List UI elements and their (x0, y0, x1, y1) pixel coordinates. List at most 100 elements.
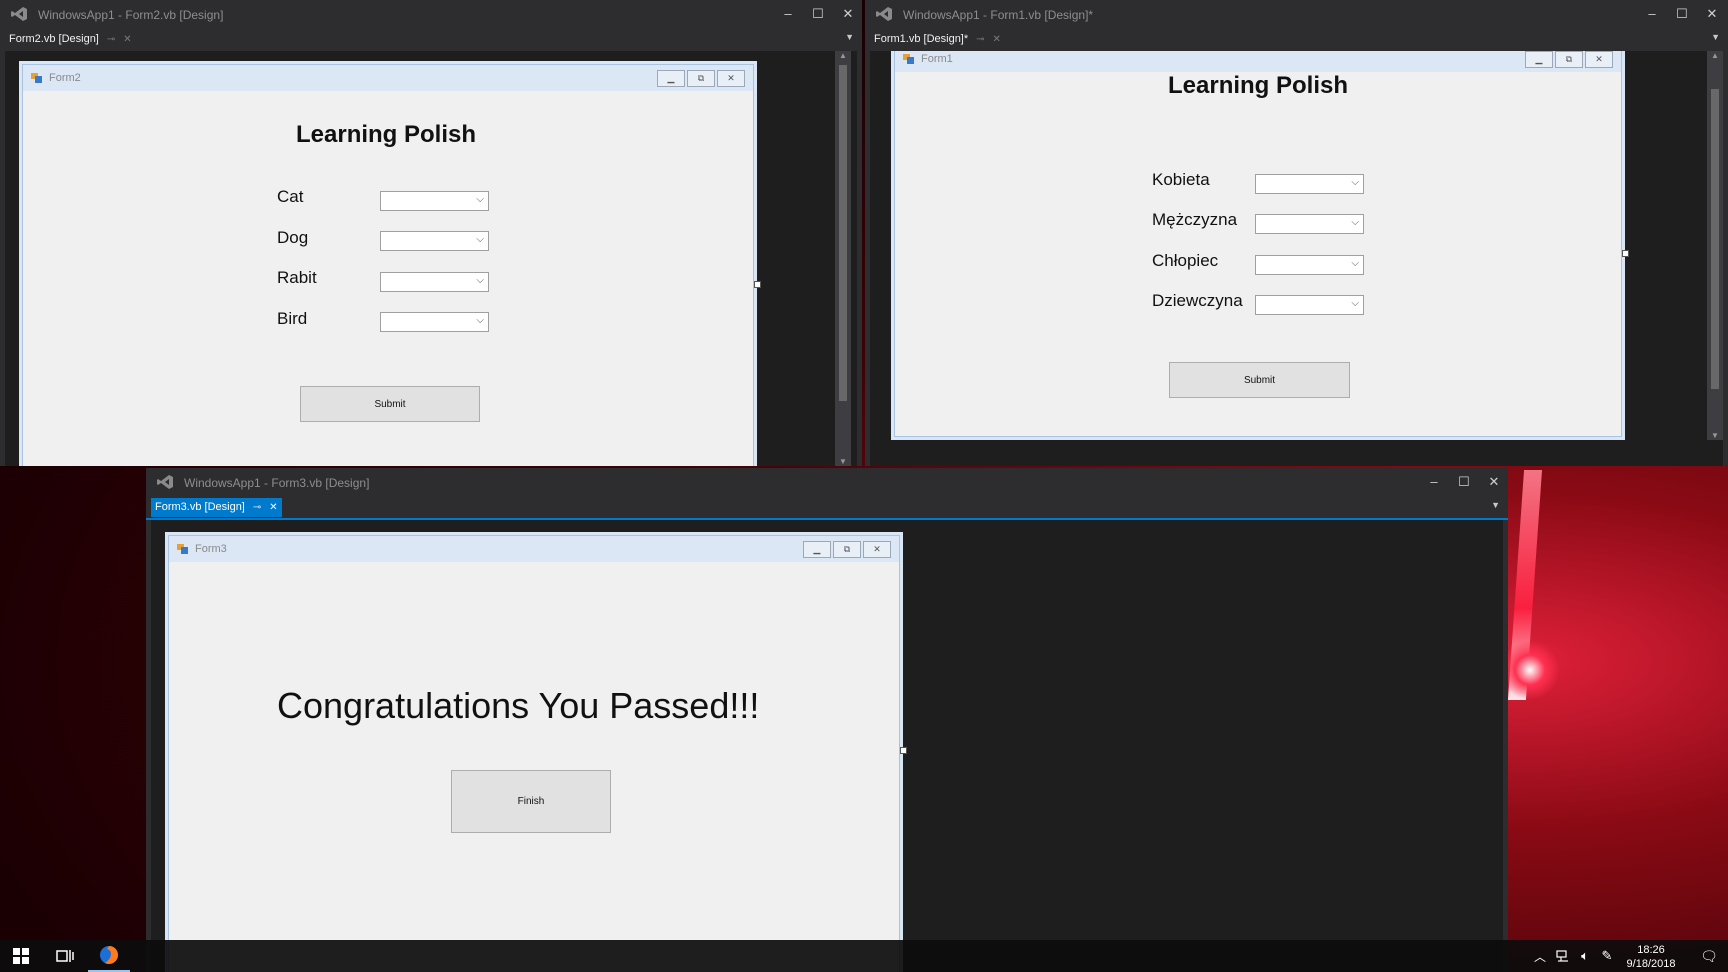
finish-button[interactable]: Finish (451, 770, 611, 833)
scroll-up-icon[interactable]: ▲ (835, 51, 851, 60)
chevron-down-icon: ⌵ (476, 275, 484, 286)
submit-button[interactable]: Submit (300, 386, 480, 422)
vertical-scrollbar[interactable]: ▲ ▼ (835, 51, 851, 466)
tab-close-icon[interactable]: ✕ (269, 498, 277, 517)
maximize-button[interactable]: ☐ (804, 3, 832, 25)
tab-form3-design[interactable]: Form3.vb [Design] ⊸ ✕ (151, 498, 282, 517)
close-button[interactable]: ✕ (1480, 471, 1508, 493)
tab-dropdown-icon[interactable]: ▼ (1711, 32, 1720, 42)
scroll-down-icon[interactable]: ▼ (1707, 431, 1723, 440)
label-bird: Bird (277, 309, 308, 328)
designer-surface: ▲ ▼ Form2 ▁ ⧉ ✕ Learning Polish Cat ⌵ Do… (5, 51, 857, 466)
label-dog: Dog (277, 228, 309, 247)
pin-icon[interactable]: ⊸ (107, 30, 115, 49)
resize-handle[interactable] (900, 747, 907, 754)
form-maximize-icon: ⧉ (1555, 51, 1583, 68)
windows-start-icon[interactable] (0, 940, 42, 972)
pin-icon[interactable]: ⊸ (253, 498, 261, 517)
firefox-icon[interactable] (88, 940, 130, 972)
form-title-bar: Form1 ▁ ⧉ ✕ (895, 51, 1621, 72)
chevron-down-icon: ⌵ (1351, 177, 1359, 188)
label-cat: Cat (277, 187, 304, 206)
minimize-button[interactable]: ‒ (1420, 471, 1448, 493)
scroll-thumb[interactable] (1711, 89, 1719, 389)
tab-dropdown-icon[interactable]: ▼ (845, 32, 854, 42)
resize-handle[interactable] (754, 281, 761, 288)
form-title-bar: Form3 ▁ ⧉ ✕ (169, 536, 899, 562)
pen-icon[interactable]: ✎ (1596, 940, 1618, 972)
maximize-button[interactable]: ☐ (1450, 471, 1478, 493)
combo-bird[interactable]: ⌵ (380, 312, 489, 332)
scroll-up-icon[interactable]: ▲ (1707, 51, 1723, 60)
system-clock[interactable]: 18:26 9/18/2018 (1616, 943, 1686, 971)
form-minimize-icon: ▁ (657, 70, 685, 87)
chevron-up-icon[interactable]: ︿ (1528, 940, 1552, 972)
notifications-icon[interactable]: 🗨︎ (1690, 940, 1728, 972)
chevron-down-icon: ⌵ (1351, 258, 1359, 269)
chevron-down-icon: ⌵ (476, 315, 484, 326)
form-body: Learning Polish Kobieta ⌵ Mężczyzna ⌵ Ch… (895, 72, 1621, 436)
form-minimize-icon: ▁ (1525, 51, 1553, 68)
label-dziewczyna: Dziewczyna (1152, 291, 1243, 310)
combo-dog[interactable]: ⌵ (380, 231, 489, 251)
submit-button[interactable]: Submit (1169, 362, 1350, 398)
minimize-button[interactable]: ‒ (1638, 3, 1666, 25)
vertical-scrollbar[interactable]: ▲ ▼ (1707, 51, 1723, 440)
close-button[interactable]: ✕ (834, 3, 862, 25)
volume-icon[interactable]: 🔈︎ (1574, 940, 1596, 972)
label-mezczyzna: Mężczyzna (1152, 210, 1238, 229)
chevron-down-icon: ⌵ (1351, 298, 1359, 309)
window-title: WindowsApp1 - Form2.vb [Design] (38, 8, 224, 22)
combo-cat[interactable]: ⌵ (380, 191, 489, 211)
tab-form2-design[interactable]: Form2.vb [Design] ⊸ ✕ (5, 30, 136, 49)
network-icon[interactable] (1552, 940, 1574, 972)
combo-dziewczyna[interactable]: ⌵ (1255, 295, 1364, 315)
close-button[interactable]: ✕ (1698, 3, 1726, 25)
tab-close-icon[interactable]: ✕ (123, 30, 131, 49)
form2-window[interactable]: Form2 ▁ ⧉ ✕ Learning Polish Cat ⌵ Dog ⌵ … (22, 64, 754, 466)
combo-mezczyzna[interactable]: ⌵ (1255, 214, 1364, 234)
visual-studio-logo-icon (11, 7, 27, 21)
heading-congratulations: Congratulations You Passed!!! (277, 685, 760, 726)
maximize-button[interactable]: ☐ (1668, 3, 1696, 25)
resize-handle[interactable] (1622, 250, 1629, 257)
clock-date: 9/18/2018 (1626, 958, 1676, 970)
label-rabit: Rabit (277, 268, 317, 287)
title-bar[interactable]: WindowsApp1 - Form1.vb [Design]* ‒ ☐ ✕ (865, 0, 1728, 29)
title-bar[interactable]: WindowsApp1 - Form3.vb [Design] ‒ ☐ ✕ (146, 468, 1508, 497)
tab-label: Form2.vb [Design] (9, 33, 99, 45)
form-icon (31, 73, 42, 83)
title-bar[interactable]: WindowsApp1 - Form2.vb [Design] ‒ ☐ ✕ (0, 0, 862, 29)
form-close-icon: ✕ (1585, 51, 1613, 68)
heading-learning-polish: Learning Polish (296, 121, 477, 148)
visual-studio-logo-icon (876, 7, 892, 21)
chevron-down-icon: ⌵ (476, 194, 484, 205)
tab-close-icon[interactable]: ✕ (993, 30, 1001, 49)
task-view-icon[interactable] (44, 940, 86, 972)
document-tab-row: Form3.vb [Design] ⊸ ✕ ▼ (146, 498, 1508, 520)
scroll-thumb[interactable] (839, 65, 847, 401)
minimize-button[interactable]: ‒ (774, 3, 802, 25)
form1-window[interactable]: Form1 ▁ ⧉ ✕ Learning Polish Kobieta ⌵ Mę… (894, 51, 1622, 437)
form-title: Form3 (195, 543, 227, 555)
scroll-down-icon[interactable]: ▼ (835, 457, 851, 466)
form-close-icon: ✕ (863, 541, 891, 558)
wallpaper-light-glow (1500, 640, 1560, 700)
label-kobieta: Kobieta (1152, 170, 1210, 189)
combo-rabit[interactable]: ⌵ (380, 272, 489, 292)
tab-form1-design[interactable]: Form1.vb [Design]* ⊸ ✕ (870, 30, 1005, 49)
tab-label: Form3.vb [Design] (155, 501, 245, 513)
combo-chlopiec[interactable]: ⌵ (1255, 255, 1364, 275)
combo-kobieta[interactable]: ⌵ (1255, 174, 1364, 194)
designer-surface: Form3 ▁ ⧉ ✕ Congratulations You Passed!!… (151, 520, 1503, 972)
vs-window-form3: WindowsApp1 - Form3.vb [Design] ‒ ☐ ✕ Fo… (146, 468, 1508, 972)
chevron-down-icon: ⌵ (476, 234, 484, 245)
heading-learning-polish: Learning Polish (1168, 72, 1349, 99)
form-minimize-icon: ▁ (803, 541, 831, 558)
form-maximize-icon: ⧉ (833, 541, 861, 558)
pin-icon[interactable]: ⊸ (976, 30, 984, 49)
visual-studio-logo-icon (157, 475, 173, 489)
form-icon (177, 544, 188, 554)
tab-dropdown-icon[interactable]: ▼ (1491, 500, 1500, 510)
form3-window[interactable]: Form3 ▁ ⧉ ✕ Congratulations You Passed!!… (168, 535, 900, 972)
